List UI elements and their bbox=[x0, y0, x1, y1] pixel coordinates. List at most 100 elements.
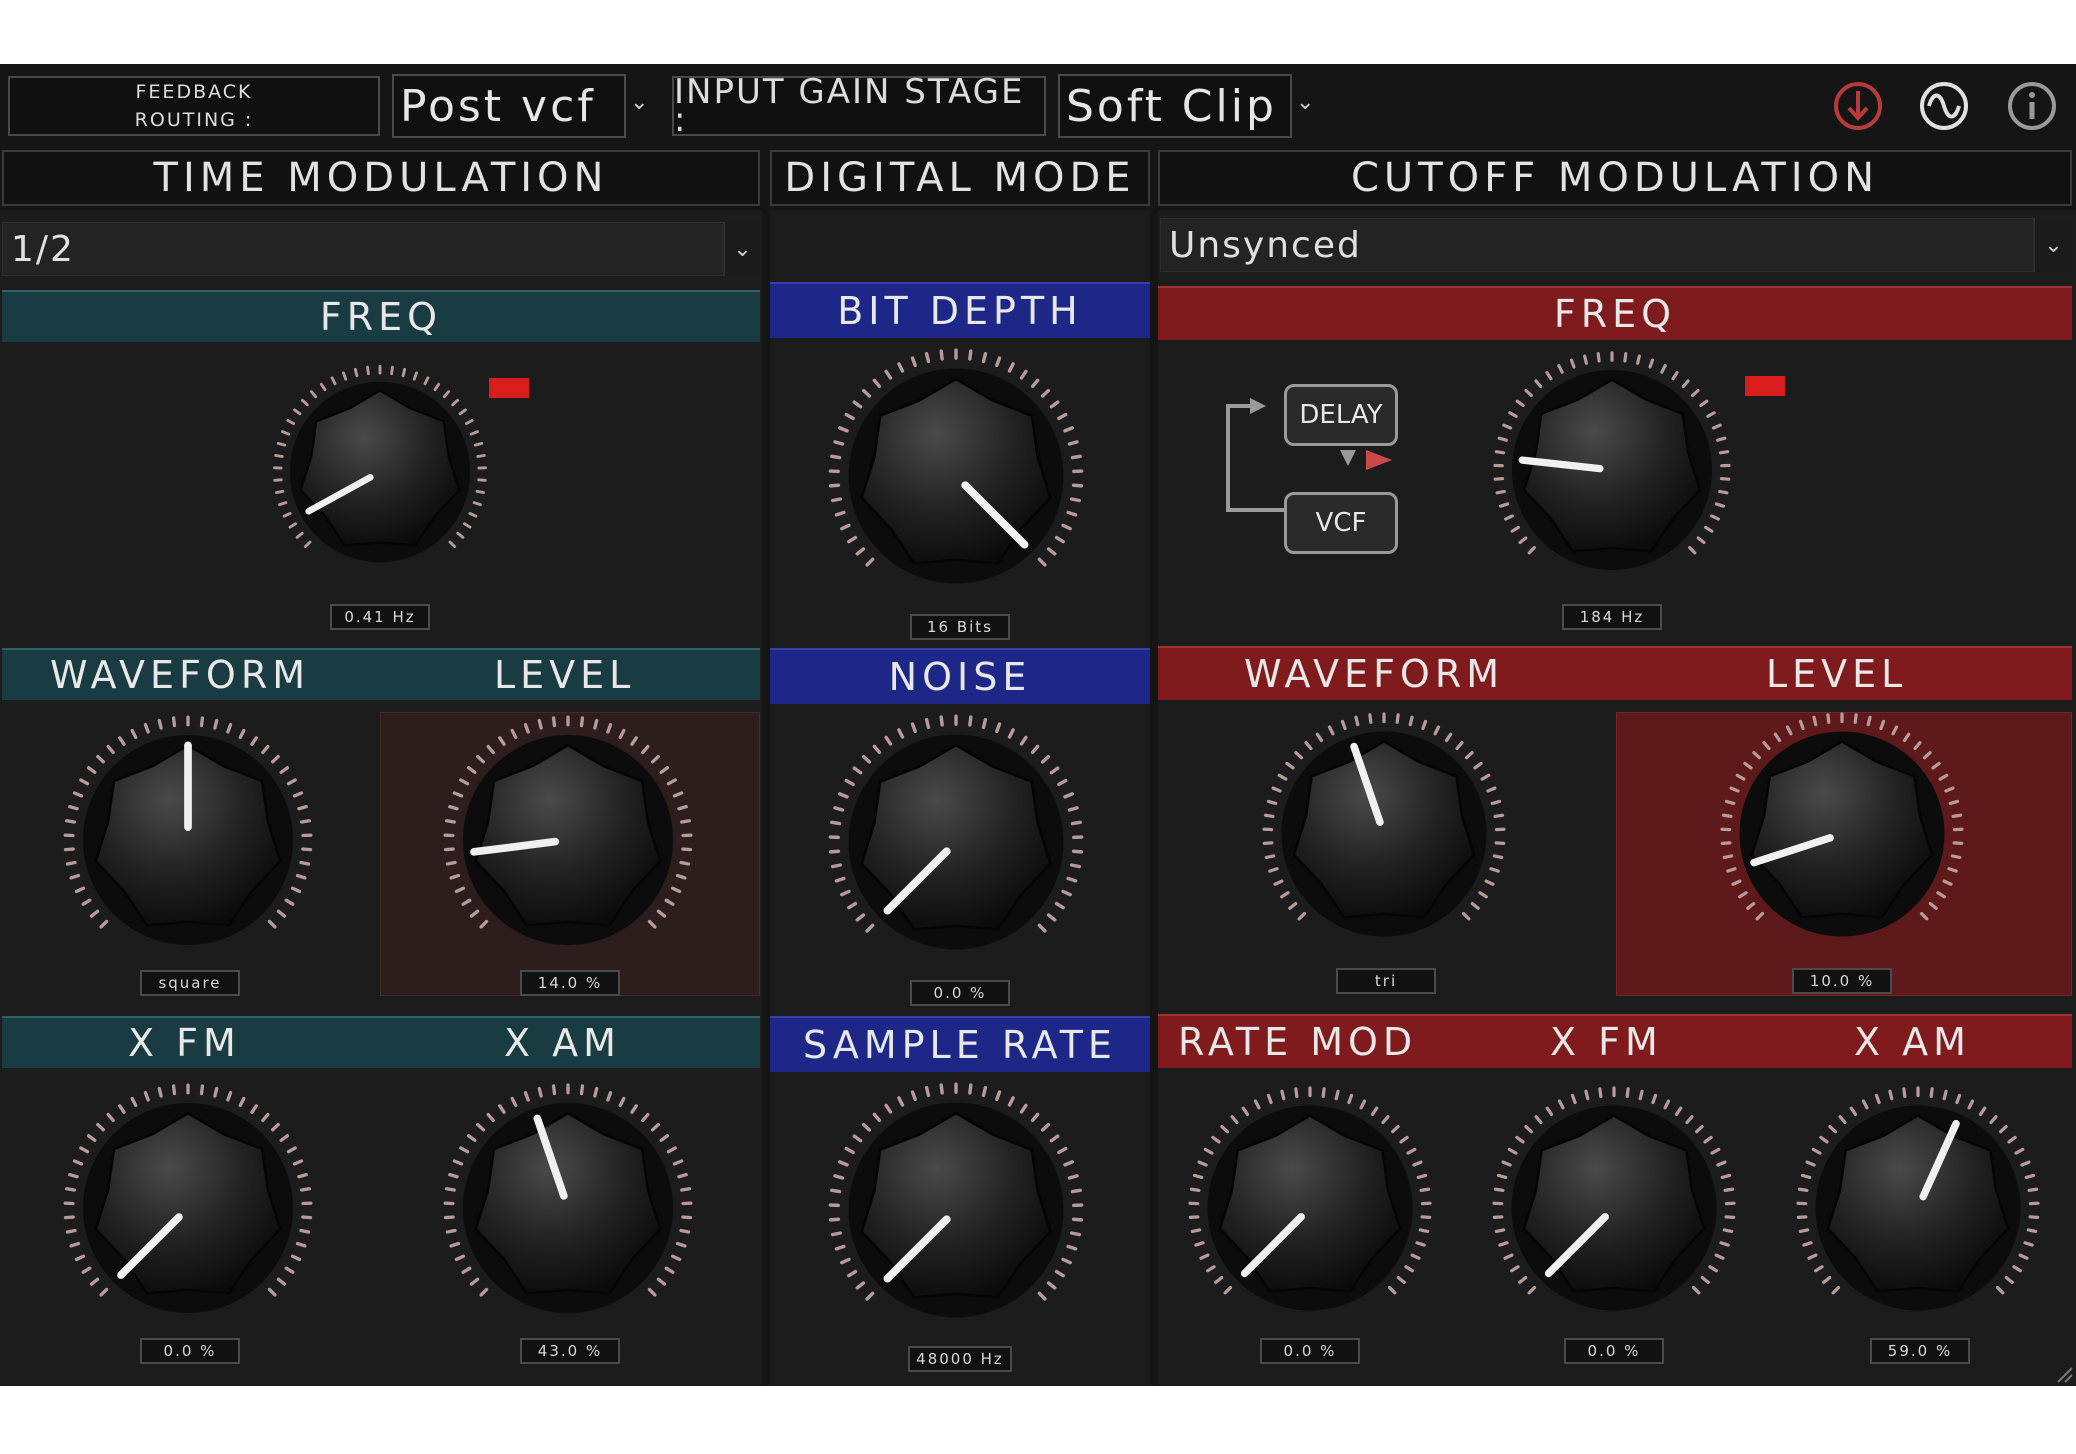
knob-tick bbox=[1492, 1215, 1504, 1220]
time-xfm-value: 0.0 % bbox=[140, 1338, 240, 1364]
bit-depth-band: BIT DEPTH bbox=[770, 282, 1150, 338]
knob-tick bbox=[366, 365, 370, 376]
knob-tick bbox=[1928, 902, 1938, 910]
knob-tick bbox=[1455, 741, 1464, 751]
knob-tick bbox=[1891, 725, 1899, 736]
knob-tick bbox=[1931, 761, 1941, 770]
knob-tick bbox=[466, 1134, 477, 1142]
knob-tick bbox=[301, 398, 309, 407]
cutoff-xam-label: X AM bbox=[1854, 1020, 1971, 1064]
knob-tick bbox=[1410, 1253, 1421, 1260]
time-xam-knob[interactable] bbox=[440, 1080, 696, 1336]
knob-tick bbox=[659, 766, 670, 774]
knob-tick bbox=[1030, 744, 1040, 755]
resize-grip-icon[interactable] bbox=[2054, 1364, 2074, 1384]
knob-tick bbox=[1989, 1115, 1998, 1125]
cutoff-sync-dropdown[interactable]: Unsynced bbox=[1160, 218, 2034, 272]
cutoff-xam-knob[interactable] bbox=[1793, 1083, 2043, 1333]
knob-tick bbox=[1738, 891, 1748, 899]
info-icon[interactable] bbox=[2004, 78, 2060, 134]
knob-tick bbox=[1478, 891, 1488, 899]
knob-tick bbox=[1638, 1089, 1644, 1101]
knob-tick bbox=[486, 1112, 495, 1123]
knob-tick bbox=[1190, 1228, 1202, 1234]
download-icon[interactable] bbox=[1830, 78, 1886, 134]
knob-tick bbox=[1304, 741, 1313, 751]
chevron-down-icon[interactable]: ⌄ bbox=[724, 222, 760, 276]
rate-mod-knob[interactable] bbox=[1185, 1083, 1435, 1333]
cutoff-level-label: LEVEL bbox=[1766, 652, 1908, 696]
knob-tick bbox=[1524, 388, 1533, 398]
knob-tick bbox=[844, 1146, 855, 1155]
knob-tick bbox=[1952, 841, 1964, 846]
delay-block[interactable]: DELAY bbox=[1284, 384, 1398, 446]
time-waveform-knob[interactable] bbox=[60, 712, 316, 968]
knob-tick bbox=[656, 1277, 667, 1286]
knob-tick bbox=[445, 1228, 457, 1234]
knob-tick bbox=[1888, 1089, 1894, 1101]
knob-tick bbox=[444, 1187, 456, 1192]
time-freq-knob[interactable] bbox=[270, 362, 490, 582]
knob-tick bbox=[1046, 1281, 1057, 1290]
knob-tick bbox=[1490, 799, 1502, 806]
chevron-down-icon[interactable]: ⌄ bbox=[2034, 218, 2072, 272]
knob-tick bbox=[443, 847, 455, 852]
time-xfm-knob[interactable] bbox=[60, 1080, 316, 1336]
knob-tick bbox=[1947, 867, 1958, 873]
knob-tick bbox=[1061, 889, 1072, 897]
knob-tick bbox=[81, 1266, 92, 1274]
knob-tick bbox=[1057, 778, 1068, 787]
bit-depth-label: BIT DEPTH bbox=[837, 289, 1083, 333]
knob-tick bbox=[1879, 719, 1886, 731]
sample-rate-knob[interactable] bbox=[825, 1079, 1087, 1341]
knob-tick bbox=[469, 909, 480, 918]
knob-tick bbox=[74, 1254, 86, 1262]
time-xfm-value-text: 0.0 % bbox=[163, 1342, 217, 1360]
knob-tick bbox=[2012, 1265, 2022, 1273]
knob-tick bbox=[865, 557, 875, 567]
knob-tick bbox=[924, 718, 931, 730]
knob-tick bbox=[297, 1172, 308, 1179]
knob-tick bbox=[299, 860, 311, 866]
knob-tick bbox=[250, 736, 258, 746]
knob-tick bbox=[1802, 1241, 1813, 1247]
knob-tick bbox=[290, 886, 302, 894]
knob-tick bbox=[1444, 732, 1453, 743]
knob-tick bbox=[1735, 773, 1746, 781]
knob-tick bbox=[353, 367, 359, 378]
time-level-knob[interactable] bbox=[440, 712, 696, 968]
knob-tick bbox=[65, 860, 77, 866]
knob-tick bbox=[300, 819, 312, 824]
feedback-routing-select[interactable]: Post vcf bbox=[392, 74, 626, 138]
knob-tick bbox=[641, 744, 650, 755]
knob-tick bbox=[1484, 879, 1495, 886]
knob-tick bbox=[1266, 799, 1278, 806]
vcf-block[interactable]: VCF bbox=[1284, 492, 1398, 554]
sine-wave-icon[interactable] bbox=[1916, 78, 1972, 134]
time-sync-dropdown[interactable]: 1/2 bbox=[2, 222, 724, 276]
knob-tick bbox=[1494, 450, 1506, 455]
knob-tick bbox=[861, 388, 872, 398]
cutoff-level-knob[interactable] bbox=[1717, 709, 1967, 959]
noise-knob[interactable] bbox=[825, 711, 1087, 973]
knob-tick bbox=[1724, 799, 1736, 806]
delay-label: DELAY bbox=[1299, 400, 1383, 430]
knob-tick bbox=[157, 1086, 163, 1098]
chevron-down-icon[interactable]: ⌄ bbox=[630, 90, 648, 115]
cutoff-waveform-knob[interactable] bbox=[1259, 709, 1509, 959]
time-freq-sync-indicator[interactable] bbox=[489, 378, 529, 398]
knob-tick bbox=[303, 540, 312, 549]
cutoff-xfm-knob[interactable] bbox=[1489, 1083, 1739, 1333]
knob-tick bbox=[1418, 1228, 1430, 1234]
input-gain-stage-select[interactable]: Soft Clip bbox=[1058, 74, 1292, 138]
cutoff-freq-sync-indicator[interactable] bbox=[1745, 376, 1785, 396]
bit-depth-knob[interactable] bbox=[825, 345, 1087, 607]
knob-tick bbox=[1798, 719, 1805, 731]
chevron-down-icon[interactable]: ⌄ bbox=[1296, 90, 1314, 115]
knob-tick bbox=[1192, 1173, 1204, 1180]
knob-tick bbox=[1722, 854, 1734, 860]
cutoff-freq-knob[interactable] bbox=[1490, 348, 1734, 592]
time-level-value: 14.0 % bbox=[520, 970, 620, 996]
knob-tick bbox=[1596, 352, 1601, 363]
knob-tick bbox=[884, 735, 893, 746]
